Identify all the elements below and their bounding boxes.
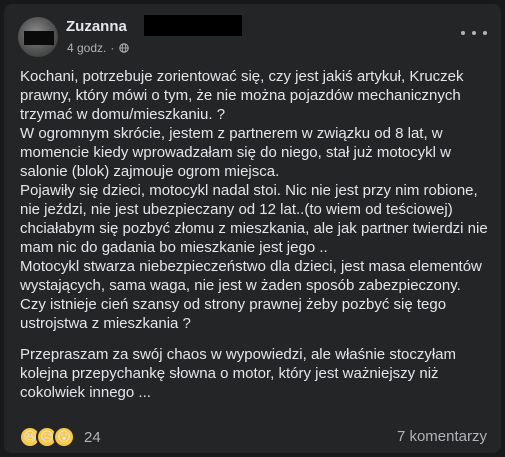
comments-count-link[interactable]: 7 komentarzy [397,428,487,445]
post-time[interactable]: 4 godz. [67,41,106,55]
avatar[interactable] [18,17,58,57]
post-meta: 4 godz. · [67,41,130,55]
post-paragraph: Pojawiły się dzieci, motocykl nadal stoi… [20,182,488,256]
reactions-summary[interactable]: 😆 😥 😮 24 [19,426,101,448]
post-paragraph: W ogromnym skrócie, jestem z partnerem w… [20,125,452,180]
author-name[interactable]: Zuzanna [66,18,127,36]
post-paragraph: Przepraszam za swój chaos w wypowiedzi, … [20,346,456,401]
reaction-count[interactable]: 24 [84,429,101,446]
more-dot [483,31,487,35]
wow-reaction-icon: 😮 [53,426,75,448]
more-dots-icon[interactable] [461,26,487,40]
meta-separator: · [110,41,115,55]
name-redaction [144,15,242,36]
post-paragraph: Czy istnieje cień szansy od strony prawn… [20,296,447,332]
post-card: Zuzanna 4 godz. · Kochani, potrzebuje zo… [4,4,501,453]
post-body: Kochani, potrzebuje zorientować się, czy… [20,67,490,402]
post-paragraph: Motocykl stwarza niebezpieczeństwo dla d… [20,258,482,294]
post-paragraph: Kochani, potrzebuje zorientować się, czy… [20,68,464,123]
more-dot [461,31,465,35]
more-dot [472,31,476,35]
globe-icon[interactable] [119,43,130,53]
avatar-redaction [24,31,54,45]
